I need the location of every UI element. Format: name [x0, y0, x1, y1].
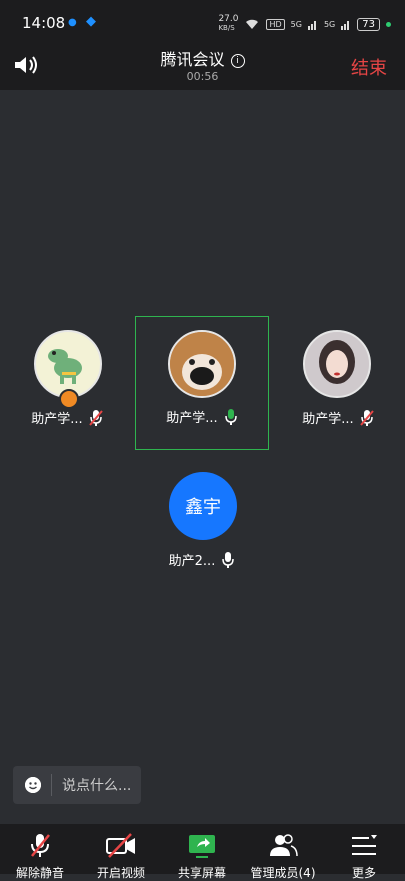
status-time: 14:08: [22, 14, 66, 32]
chat-placeholder: 说点什么...: [62, 778, 132, 794]
more-menu-icon: [352, 835, 377, 855]
end-meeting-button[interactable]: 结束: [351, 54, 387, 80]
participant-name-row-1: 助产学...: [0, 408, 134, 427]
signal-1: 5G: [290, 19, 302, 29]
mic-icon: [222, 551, 235, 568]
avatar-text: 鑫宇: [169, 472, 237, 540]
host-badge-icon: [59, 389, 79, 409]
avatar-portrait: [303, 330, 371, 398]
members-label: 管理成员(4): [250, 866, 316, 880]
battery-indicator: 73: [357, 17, 380, 31]
unmute-label: 解除静音: [15, 866, 64, 880]
meeting-title[interactable]: 腾讯会议 i: [0, 46, 405, 70]
participant-tile-1[interactable]: 助产学...: [0, 316, 134, 450]
net-speed: 27.0 KB/S: [218, 14, 239, 33]
mic-muted-icon: [359, 409, 374, 426]
qq-icon: ◆: [86, 14, 96, 29]
chat-input[interactable]: 说点什么...: [13, 766, 141, 804]
signal-2: 5G: [323, 19, 336, 29]
chat-divider: [51, 774, 52, 796]
share-label: 共享屏幕: [177, 866, 226, 880]
recording-dot-icon: [386, 21, 391, 27]
members-icon: [270, 834, 298, 857]
info-icon[interactable]: i: [230, 54, 245, 68]
avatar-dog: [168, 330, 236, 398]
participant-tile-3[interactable]: 助产学...: [271, 316, 405, 450]
participant-name-row-3: 助产学...: [271, 408, 405, 427]
avatar-dinosaur: [34, 330, 102, 398]
more-label: 更多: [351, 866, 376, 880]
meeting-timer: 00:56: [186, 70, 219, 83]
participant-name-row-4: 助产2...: [135, 550, 269, 569]
wifi-icon: [246, 19, 259, 29]
bottom-toolbar: 解除静音 开启视频 共享屏幕 管理成员(4) 更多: [0, 824, 405, 880]
meeting-header: 腾讯会议 i 00:56 结束: [0, 46, 405, 90]
participant-name-row-2: 助产学...: [136, 407, 268, 426]
hd-badge: HD: [266, 18, 285, 30]
status-bar: 14:08 ● ◆ 27.0 KB/S HD 5G 5G 73: [0, 0, 405, 46]
participant-tile-4[interactable]: 鑫宇 助产2...: [135, 458, 269, 592]
share-screen-icon: [189, 835, 215, 858]
mic-muted-icon: [31, 834, 50, 857]
mic-muted-icon: [88, 409, 103, 426]
signal-icon-2: [341, 20, 350, 30]
status-icons: 27.0 KB/S HD 5G 5G 73: [218, 15, 391, 33]
emoji-icon[interactable]: [25, 777, 41, 793]
mic-active-icon: [224, 408, 237, 425]
video-label: 开启视频: [96, 866, 145, 880]
video-off-icon: [106, 833, 135, 858]
signal-icon-1: [307, 20, 316, 30]
participant-tile-2[interactable]: 助产学...: [135, 316, 269, 450]
app-notif-icon: ●: [68, 17, 77, 28]
